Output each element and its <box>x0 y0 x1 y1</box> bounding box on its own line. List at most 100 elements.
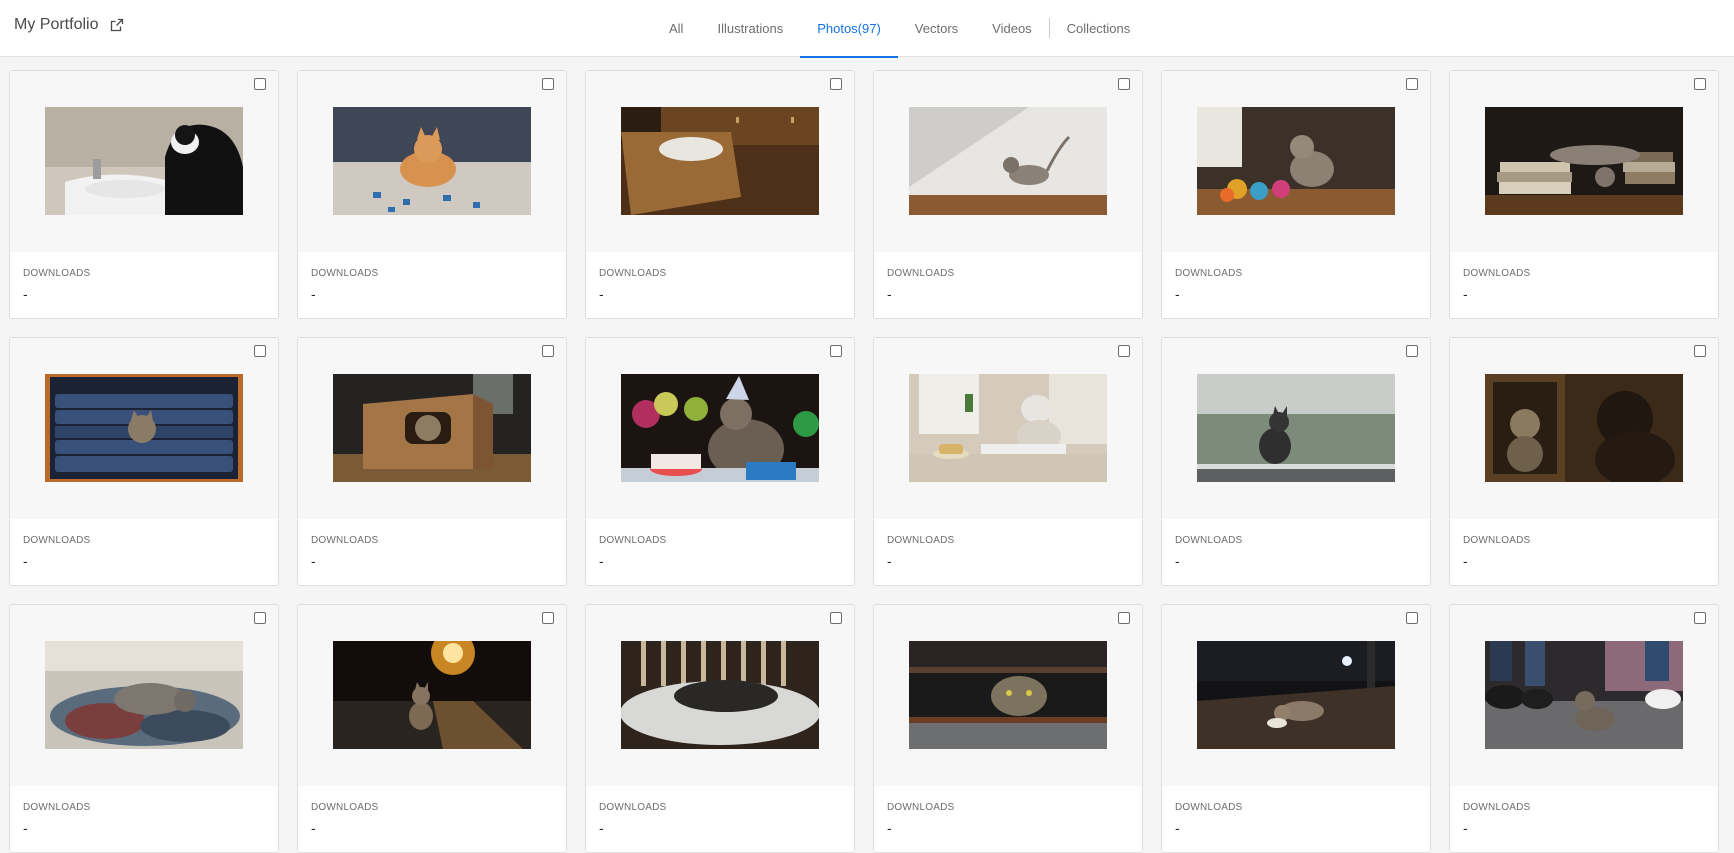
downloads-value: - <box>23 553 28 569</box>
tab-label: All <box>669 21 684 36</box>
asset-thumbnail-cat-with-teacup[interactable] <box>909 374 1107 482</box>
select-checkbox[interactable] <box>254 612 266 624</box>
select-checkbox[interactable] <box>1694 78 1706 90</box>
asset-card[interactable]: DOWNLOADS - <box>585 70 855 319</box>
brand: My Portfolio <box>14 16 124 34</box>
top-bar: My Portfolio All Illustrations Photos(97… <box>0 0 1734 58</box>
asset-card[interactable]: DOWNLOADS - <box>1449 70 1719 319</box>
downloads-value: - <box>23 286 28 302</box>
select-checkbox[interactable] <box>830 78 842 90</box>
asset-card[interactable]: DOWNLOADS - <box>873 70 1143 319</box>
asset-thumbnail-cat-eating-on-night-street[interactable] <box>1197 641 1395 749</box>
asset-thumbnail-cat-under-grate[interactable] <box>909 641 1107 749</box>
asset-thumbnail-kitten-walking-in-sunlight[interactable] <box>909 107 1107 215</box>
select-checkbox[interactable] <box>1694 612 1706 624</box>
select-checkbox[interactable] <box>1406 345 1418 357</box>
asset-thumbnail-cat-sleeping-in-drawer[interactable] <box>621 107 819 215</box>
select-checkbox[interactable] <box>1406 612 1418 624</box>
tab-label: Vectors <box>914 21 959 36</box>
asset-card[interactable]: DOWNLOADS - <box>585 604 855 853</box>
content-type-tabs: All Illustrations Photos(97) Vectors Vid… <box>652 0 1148 58</box>
downloads-label: DOWNLOADS <box>1463 802 1531 813</box>
tab-all[interactable]: All <box>652 0 700 57</box>
downloads-label: DOWNLOADS <box>1175 802 1243 813</box>
downloads-value: - <box>1175 820 1180 836</box>
asset-card[interactable]: DOWNLOADS - <box>297 604 567 853</box>
thumbnail-area <box>298 71 566 252</box>
downloads-value: - <box>599 553 604 569</box>
select-checkbox[interactable] <box>1694 345 1706 357</box>
downloads-label: DOWNLOADS <box>311 535 379 546</box>
select-checkbox[interactable] <box>1118 345 1130 357</box>
select-checkbox[interactable] <box>1118 612 1130 624</box>
thumbnail-area <box>298 605 566 786</box>
asset-thumbnail-kitten-on-street-at-sunset[interactable] <box>333 641 531 749</box>
downloads-label: DOWNLOADS <box>1175 268 1243 279</box>
tab-collections[interactable]: Collections <box>1050 0 1148 57</box>
asset-card[interactable]: DOWNLOADS - <box>1161 604 1431 853</box>
select-checkbox[interactable] <box>830 345 842 357</box>
thumbnail-area <box>1162 71 1430 252</box>
asset-card[interactable]: DOWNLOADS - <box>585 337 855 586</box>
select-checkbox[interactable] <box>542 612 554 624</box>
select-checkbox[interactable] <box>830 612 842 624</box>
select-checkbox[interactable] <box>1118 78 1130 90</box>
downloads-label: DOWNLOADS <box>23 268 91 279</box>
asset-thumbnail-cat-at-rainy-window[interactable] <box>1197 374 1395 482</box>
asset-card[interactable]: DOWNLOADS - <box>297 70 567 319</box>
asset-card[interactable]: DOWNLOADS - <box>873 337 1143 586</box>
tab-illustrations[interactable]: Illustrations <box>700 0 800 57</box>
select-checkbox[interactable] <box>542 345 554 357</box>
asset-thumbnail-cat-birthday-party[interactable] <box>621 374 819 482</box>
thumbnail-area <box>1450 338 1718 519</box>
downloads-value: - <box>887 820 892 836</box>
asset-thumbnail-kitten-with-puzzle-pieces[interactable] <box>333 107 531 215</box>
asset-thumbnail-kitten-among-feet[interactable] <box>1485 641 1683 749</box>
thumbnail-area <box>10 338 278 519</box>
downloads-value: - <box>599 820 604 836</box>
tab-photos[interactable]: Photos(97) <box>800 0 898 58</box>
asset-card[interactable]: DOWNLOADS - <box>1449 337 1719 586</box>
downloads-label: DOWNLOADS <box>1463 535 1531 546</box>
tab-vectors[interactable]: Vectors <box>898 0 975 57</box>
tab-videos[interactable]: Videos <box>975 0 1049 57</box>
asset-card[interactable]: DOWNLOADS - <box>9 604 279 853</box>
asset-thumbnail-kitten-in-jeans-shelf[interactable] <box>45 374 243 482</box>
asset-card[interactable]: DOWNLOADS - <box>1161 70 1431 319</box>
downloads-label: DOWNLOADS <box>599 802 667 813</box>
thumbnail-area <box>1450 605 1718 786</box>
asset-card[interactable]: DOWNLOADS - <box>873 604 1143 853</box>
downloads-label: DOWNLOADS <box>23 535 91 546</box>
tab-label: Illustrations <box>717 21 784 36</box>
asset-card[interactable]: DOWNLOADS - <box>1449 604 1719 853</box>
downloads-value: - <box>1463 286 1468 302</box>
asset-thumbnail-cat-mirror-reflection[interactable] <box>1485 374 1683 482</box>
asset-card[interactable]: DOWNLOADS - <box>1161 337 1431 586</box>
select-checkbox[interactable] <box>254 345 266 357</box>
thumbnail-area <box>586 605 854 786</box>
thumbnail-area <box>874 605 1142 786</box>
thumbnail-area <box>1162 605 1430 786</box>
asset-thumbnail-kitten-with-yarn-balls[interactable] <box>1197 107 1395 215</box>
tab-label: Photos(97) <box>817 21 881 36</box>
asset-thumbnail-cat-sleeping-in-bed[interactable] <box>621 641 819 749</box>
downloads-value: - <box>311 553 316 569</box>
asset-card[interactable]: DOWNLOADS - <box>297 337 567 586</box>
downloads-value: - <box>311 286 316 302</box>
downloads-value: - <box>887 553 892 569</box>
downloads-value: - <box>1463 553 1468 569</box>
external-link-icon[interactable] <box>110 18 124 32</box>
asset-card[interactable]: DOWNLOADS - <box>9 70 279 319</box>
select-checkbox[interactable] <box>254 78 266 90</box>
downloads-value: - <box>1175 553 1180 569</box>
thumbnail-area <box>874 338 1142 519</box>
asset-card[interactable]: DOWNLOADS - <box>9 337 279 586</box>
thumbnail-area <box>586 71 854 252</box>
asset-thumbnail-cat-on-books[interactable] <box>1485 107 1683 215</box>
select-checkbox[interactable] <box>542 78 554 90</box>
select-checkbox[interactable] <box>1406 78 1418 90</box>
asset-thumbnail-cat-sleeping-on-clothes[interactable] <box>45 641 243 749</box>
asset-thumbnail-cat-in-cardboard-box[interactable] <box>333 374 531 482</box>
asset-thumbnail-cat-by-bathroom-sink[interactable] <box>45 107 243 215</box>
tab-label: Collections <box>1066 21 1131 36</box>
